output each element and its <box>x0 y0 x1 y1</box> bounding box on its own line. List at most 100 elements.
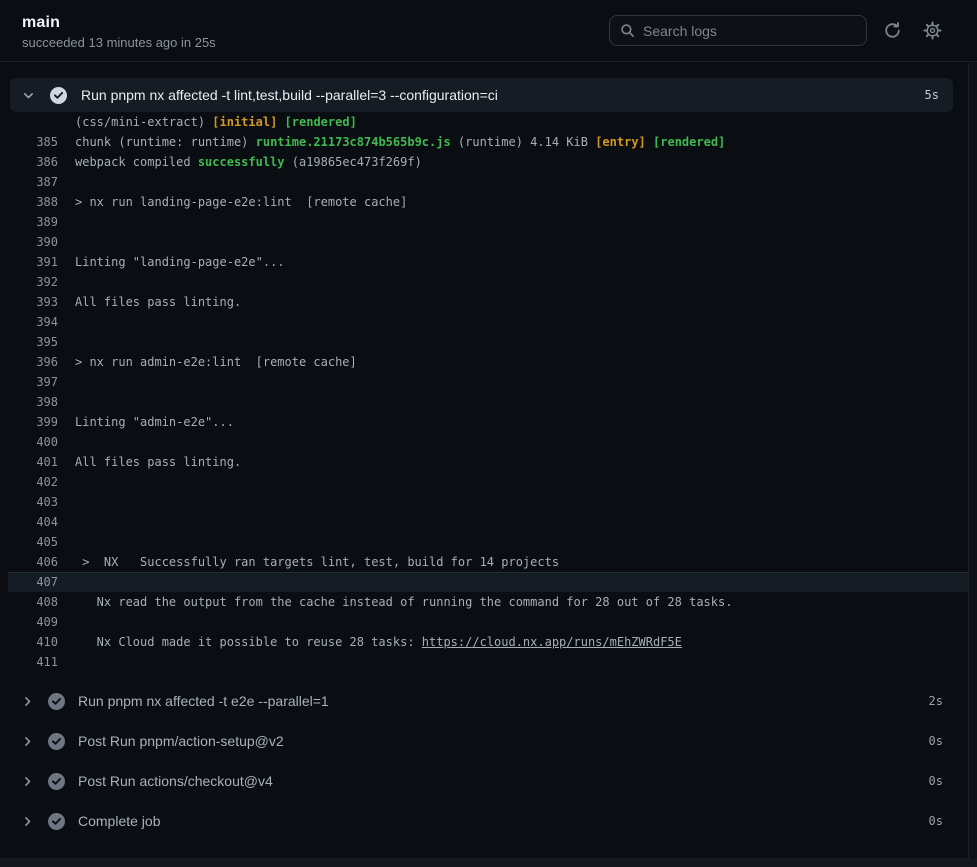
log-token: Linting "landing-page-e2e"... <box>75 255 285 269</box>
refresh-logs-button[interactable] <box>877 16 907 46</box>
log-line: 400 <box>0 432 968 452</box>
log-line: 405 <box>0 532 968 552</box>
log-line: 409 <box>0 612 968 632</box>
step-header-collapsed[interactable]: Post Run pnpm/action-setup@v20s <box>0 721 968 761</box>
log-line: 402 <box>0 472 968 492</box>
line-text: Nx Cloud made it possible to reuse 28 ta… <box>58 635 682 649</box>
line-number[interactable]: 395 <box>0 335 58 349</box>
log-token-orange: [entry] <box>595 135 646 149</box>
chevron-right-icon[interactable] <box>21 735 34 748</box>
log-line-highlighted: 407 <box>0 572 968 592</box>
line-number[interactable]: 400 <box>0 435 58 449</box>
line-number[interactable]: 402 <box>0 475 58 489</box>
line-number[interactable]: 406 <box>0 555 58 569</box>
log-line: 393 All files pass linting. <box>0 292 968 312</box>
step-title: Post Run pnpm/action-setup@v2 <box>78 733 284 749</box>
log-line: 387 <box>0 172 968 192</box>
log-token: Linting "admin-e2e"... <box>75 415 234 429</box>
line-number[interactable]: 385 <box>0 135 58 149</box>
log-link[interactable]: https://cloud.nx.app/runs/mEhZWRdF5E <box>422 635 682 649</box>
chevron-right-icon[interactable] <box>21 775 34 788</box>
step-header-collapsed[interactable]: Complete job 0s <box>0 801 968 841</box>
step-duration: 0s <box>929 774 943 788</box>
line-number[interactable]: 399 <box>0 415 58 429</box>
line-number[interactable]: 408 <box>0 595 58 609</box>
line-number[interactable]: 389 <box>0 215 58 229</box>
line-number[interactable]: 403 <box>0 495 58 509</box>
line-text: All files pass linting. <box>58 455 241 469</box>
line-number[interactable]: 401 <box>0 455 58 469</box>
log-token: (a19865ec473f269f) <box>285 155 422 169</box>
log-token-orange: [initial] <box>212 115 277 129</box>
chevron-down-icon[interactable] <box>22 89 35 102</box>
log-line: 394 <box>0 312 968 332</box>
log-line: 386webpack compiled successfully (a19865… <box>0 152 968 172</box>
line-number[interactable]: 407 <box>0 575 58 589</box>
line-number[interactable]: 396 <box>0 355 58 369</box>
log-token: All files pass linting. <box>75 295 241 309</box>
log-line: 399 Linting "admin-e2e"... <box>0 412 968 432</box>
log-line: 385chunk (runtime: runtime) runtime.2117… <box>0 132 968 152</box>
line-number[interactable]: 393 <box>0 295 58 309</box>
line-number[interactable]: 386 <box>0 155 58 169</box>
log-settings-button[interactable] <box>917 16 947 46</box>
search-input-container[interactable] <box>609 15 867 46</box>
log-line: 392 <box>0 272 968 292</box>
job-title: main <box>22 14 216 32</box>
step-duration: 0s <box>929 814 943 828</box>
log-token-green: successfully <box>198 155 285 169</box>
log-line: 406 > NX Successfully ran targets lint, … <box>0 552 968 572</box>
step-header-collapsed[interactable]: Run pnpm nx affected -t e2e --parallel=1… <box>0 681 968 721</box>
log-line: 390 <box>0 232 968 252</box>
line-number[interactable]: 387 <box>0 175 58 189</box>
line-number[interactable]: 388 <box>0 195 58 209</box>
log-line: 397 <box>0 372 968 392</box>
line-text: Nx read the output from the cache instea… <box>58 595 732 609</box>
line-text: (css/mini-extract) [initial] [rendered] <box>58 115 357 129</box>
chevron-right-icon[interactable] <box>21 815 34 828</box>
log-line: 411 <box>0 652 968 672</box>
log-line: 410 Nx Cloud made it possible to reuse 2… <box>0 632 968 652</box>
line-number[interactable]: 397 <box>0 375 58 389</box>
log-token: > NX Successfully ran targets lint, test… <box>75 555 559 569</box>
log-token-green: runtime.21173c874b565b9c.js <box>256 135 451 149</box>
vertical-scrollbar-track[interactable] <box>968 63 977 867</box>
step-duration: 5s <box>925 88 939 102</box>
line-number[interactable]: 405 <box>0 535 58 549</box>
line-text: Linting "landing-page-e2e"... <box>58 255 285 269</box>
line-text: > nx run landing-page-e2e:lint [remote c… <box>58 195 407 209</box>
success-check-icon <box>48 693 65 710</box>
step-header-collapsed[interactable]: Post Run actions/checkout@v4 0s <box>0 761 968 801</box>
log-lines: (css/mini-extract) [initial] [rendered]3… <box>0 112 968 672</box>
line-number[interactable]: 409 <box>0 615 58 629</box>
horizontal-scrollbar-track[interactable] <box>0 858 977 867</box>
log-token: Nx Cloud made it possible to reuse 28 ta… <box>75 635 422 649</box>
line-text: > nx run admin-e2e:lint [remote cache] <box>58 355 357 369</box>
job-status-text: succeeded 13 minutes ago in 25s <box>22 35 216 50</box>
success-check-icon <box>48 733 65 750</box>
log-line: 396 > nx run admin-e2e:lint [remote cache… <box>0 352 968 372</box>
step-title: Run pnpm nx affected -t lint,test,build … <box>81 87 498 103</box>
line-text: > NX Successfully ran targets lint, test… <box>58 555 559 569</box>
line-number[interactable]: 394 <box>0 315 58 329</box>
line-number[interactable]: 392 <box>0 275 58 289</box>
line-number[interactable]: 391 <box>0 255 58 269</box>
success-check-icon <box>48 773 65 790</box>
line-number[interactable]: 410 <box>0 635 58 649</box>
log-line: 401All files pass linting. <box>0 452 968 472</box>
step-duration: 2s <box>929 694 943 708</box>
line-text: webpack compiled successfully (a19865ec4… <box>58 155 422 169</box>
line-number[interactable]: 411 <box>0 655 58 669</box>
log-token: > nx run admin-e2e:lint [remote cache] <box>75 355 357 369</box>
line-text: chunk (runtime: runtime) runtime.21173c8… <box>58 135 725 149</box>
step-title: Post Run actions/checkout@v4 <box>78 773 273 789</box>
search-input[interactable] <box>643 23 856 39</box>
line-number[interactable]: 398 <box>0 395 58 409</box>
step-title: Complete job <box>78 813 161 829</box>
chevron-right-icon[interactable] <box>21 695 34 708</box>
job-header: main succeeded 13 minutes ago in 25s <box>0 0 977 62</box>
step-header-run-lint-test-build[interactable]: Run pnpm nx affected -t lint,test,build … <box>10 78 953 112</box>
line-number[interactable]: 404 <box>0 515 58 529</box>
log-line: 388> nx run landing-page-e2e:lint [remot… <box>0 192 968 212</box>
line-number[interactable]: 390 <box>0 235 58 249</box>
